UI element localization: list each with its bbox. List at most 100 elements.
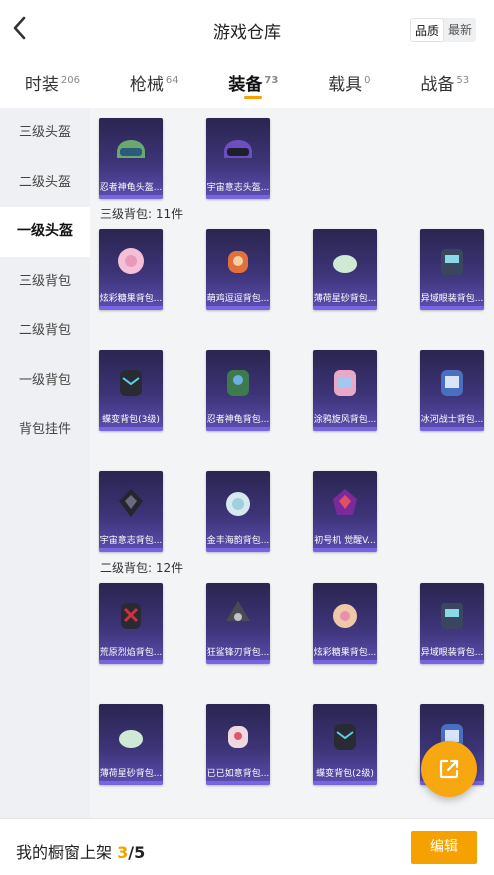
backpack-icon <box>441 603 463 629</box>
tab-equipment[interactable]: 装备 73 <box>228 58 278 108</box>
backpack-icon <box>228 726 248 748</box>
sort-quality-option[interactable]: 品质 <box>409 18 444 42</box>
item-name: 冰河战士背包... <box>420 415 484 425</box>
item-name: 炫彩糖果背包... <box>313 648 377 658</box>
item-card[interactable]: 薄荷星砂背包... <box>99 704 163 785</box>
tab-count: 73 <box>264 75 279 87</box>
item-card[interactable]: 荒原烈焰背包... <box>99 583 163 664</box>
showcase-label: 我的橱窗上架 <box>16 843 113 862</box>
item-card[interactable]: 金丰海韵背包... <box>206 471 270 552</box>
item-name: 炫彩糖果背包... <box>99 294 163 304</box>
rarity-stripe <box>313 660 377 664</box>
rarity-stripe <box>420 427 484 431</box>
sidebar-item-level2-helmet[interactable]: 二级头盔 <box>0 158 90 208</box>
item-card[interactable]: 涂鸦旋风背包... <box>313 350 377 431</box>
backpack-icon <box>441 249 463 275</box>
item-name: 异域眼装背包... <box>420 648 484 658</box>
sidebar-item-level1-backpack[interactable]: 一级背包 <box>0 356 90 406</box>
rarity-stripe <box>206 195 270 199</box>
backpack-icon <box>119 730 143 748</box>
sort-toggle[interactable]: 品质 最新 <box>409 18 476 42</box>
item-card[interactable]: 狂鲨锋刃背包... <box>206 583 270 664</box>
rarity-stripe <box>206 660 270 664</box>
item-card[interactable]: 蝶变背包(2级) <box>313 704 377 785</box>
backpack-icon <box>121 603 141 629</box>
item-card[interactable]: 已已如意背包... <box>206 704 270 785</box>
sidebar-item-backpack-charm[interactable]: 背包挂件 <box>0 405 90 455</box>
rarity-stripe <box>313 781 377 785</box>
item-name: 蝶变背包(3级) <box>102 415 160 425</box>
helmet-icon <box>224 140 252 158</box>
item-name: 荒原烈焰背包... <box>99 648 163 658</box>
backpack-icon <box>120 370 142 396</box>
tab-supplies[interactable]: 战备 53 <box>420 58 469 108</box>
item-card[interactable]: 宇宙意志头盔... <box>206 118 270 199</box>
item-card[interactable]: 初号机 觉醒V... <box>313 471 377 552</box>
sidebar-item-level3-backpack[interactable]: 三级背包 <box>0 257 90 307</box>
rarity-stripe <box>99 781 163 785</box>
rarity-stripe <box>206 427 270 431</box>
showcase-current-count: 3 <box>117 843 129 862</box>
item-name: 异域眼装背包... <box>420 294 484 304</box>
item-card[interactable]: 忍者神龟背包... <box>206 350 270 431</box>
item-card[interactable]: 薄荷星砂背包... <box>313 229 377 310</box>
item-card[interactable]: 异域眼装背包... <box>420 229 484 310</box>
rarity-stripe <box>99 306 163 310</box>
backpack-icon <box>333 255 357 273</box>
tab-firearms[interactable]: 枪械 64 <box>130 58 179 108</box>
backpack-icon <box>226 601 250 621</box>
sidebar-item-level2-backpack[interactable]: 二级背包 <box>0 306 90 356</box>
rarity-stripe <box>420 306 484 310</box>
item-card[interactable]: 忍者神龟头盔... <box>99 118 163 199</box>
item-name: 蝶变背包(2级) <box>316 769 374 779</box>
backpack-icon <box>441 370 463 396</box>
share-button[interactable] <box>421 741 477 797</box>
item-name: 涂鸦旋风背包... <box>313 415 377 425</box>
backpack-icon <box>118 248 144 274</box>
item-card[interactable]: 异域眼装背包... <box>420 583 484 664</box>
rarity-stripe <box>206 548 270 552</box>
backpack-icon <box>333 604 357 628</box>
item-name: 狂鲨锋刃背包... <box>206 648 270 658</box>
sidebar-item-level3-helmet[interactable]: 三级头盔 <box>0 108 90 158</box>
active-tab-indicator <box>244 96 263 99</box>
item-card[interactable]: 蝶变背包(3级) <box>99 350 163 431</box>
backpack-icon <box>228 251 248 273</box>
tab-label: 枪械 <box>129 75 164 95</box>
tab-label: 战备 <box>420 75 455 95</box>
rarity-stripe <box>313 306 377 310</box>
showcase-total-count: /5 <box>128 843 146 862</box>
item-name: 金丰海韵背包... <box>206 536 270 546</box>
item-card[interactable]: 宇宙意志背包... <box>99 471 163 552</box>
tab-count: 0 <box>364 75 371 87</box>
rarity-stripe <box>420 660 484 664</box>
item-name: 初号机 觉醒V... <box>314 536 376 546</box>
rarity-stripe <box>99 548 163 552</box>
item-card[interactable]: 炫彩糖果背包... <box>313 583 377 664</box>
item-name: 宇宙意志背包... <box>99 536 163 546</box>
top-header: 游戏仓库 品质 最新 <box>0 0 494 58</box>
tab-count: 53 <box>456 75 470 87</box>
backpack-icon <box>119 489 143 517</box>
tab-count: 206 <box>60 75 80 87</box>
sort-newest-option[interactable]: 最新 <box>444 18 476 42</box>
item-card[interactable]: 冰河战士背包... <box>420 350 484 431</box>
item-name: 薄荷星砂背包... <box>99 769 163 779</box>
item-card[interactable]: 炫彩糖果背包... <box>99 229 163 310</box>
item-name: 已已如意背包... <box>206 769 270 779</box>
backpack-icon <box>334 370 356 396</box>
bottom-bar: 我的橱窗上架 3/5 编辑 <box>0 818 494 875</box>
backpack-icon <box>334 724 356 750</box>
item-card[interactable]: 萌鸡逗逗背包... <box>206 229 270 310</box>
item-name: 忍者神龟头盔... <box>99 183 163 193</box>
sidebar-item-level1-helmet[interactable]: 一级头盔 <box>0 207 90 257</box>
tab-count: 64 <box>165 75 179 87</box>
edit-button[interactable]: 编辑 <box>411 831 477 864</box>
item-name: 薄荷星砂背包... <box>313 294 377 304</box>
rarity-stripe <box>313 548 377 552</box>
section-label: 三级背包: 11件 <box>100 207 184 221</box>
tab-vehicles[interactable]: 载具 0 <box>328 58 370 108</box>
tab-label: 装备 <box>228 75 263 95</box>
rarity-stripe <box>99 660 163 664</box>
tab-fashion[interactable]: 时装 206 <box>25 58 80 108</box>
